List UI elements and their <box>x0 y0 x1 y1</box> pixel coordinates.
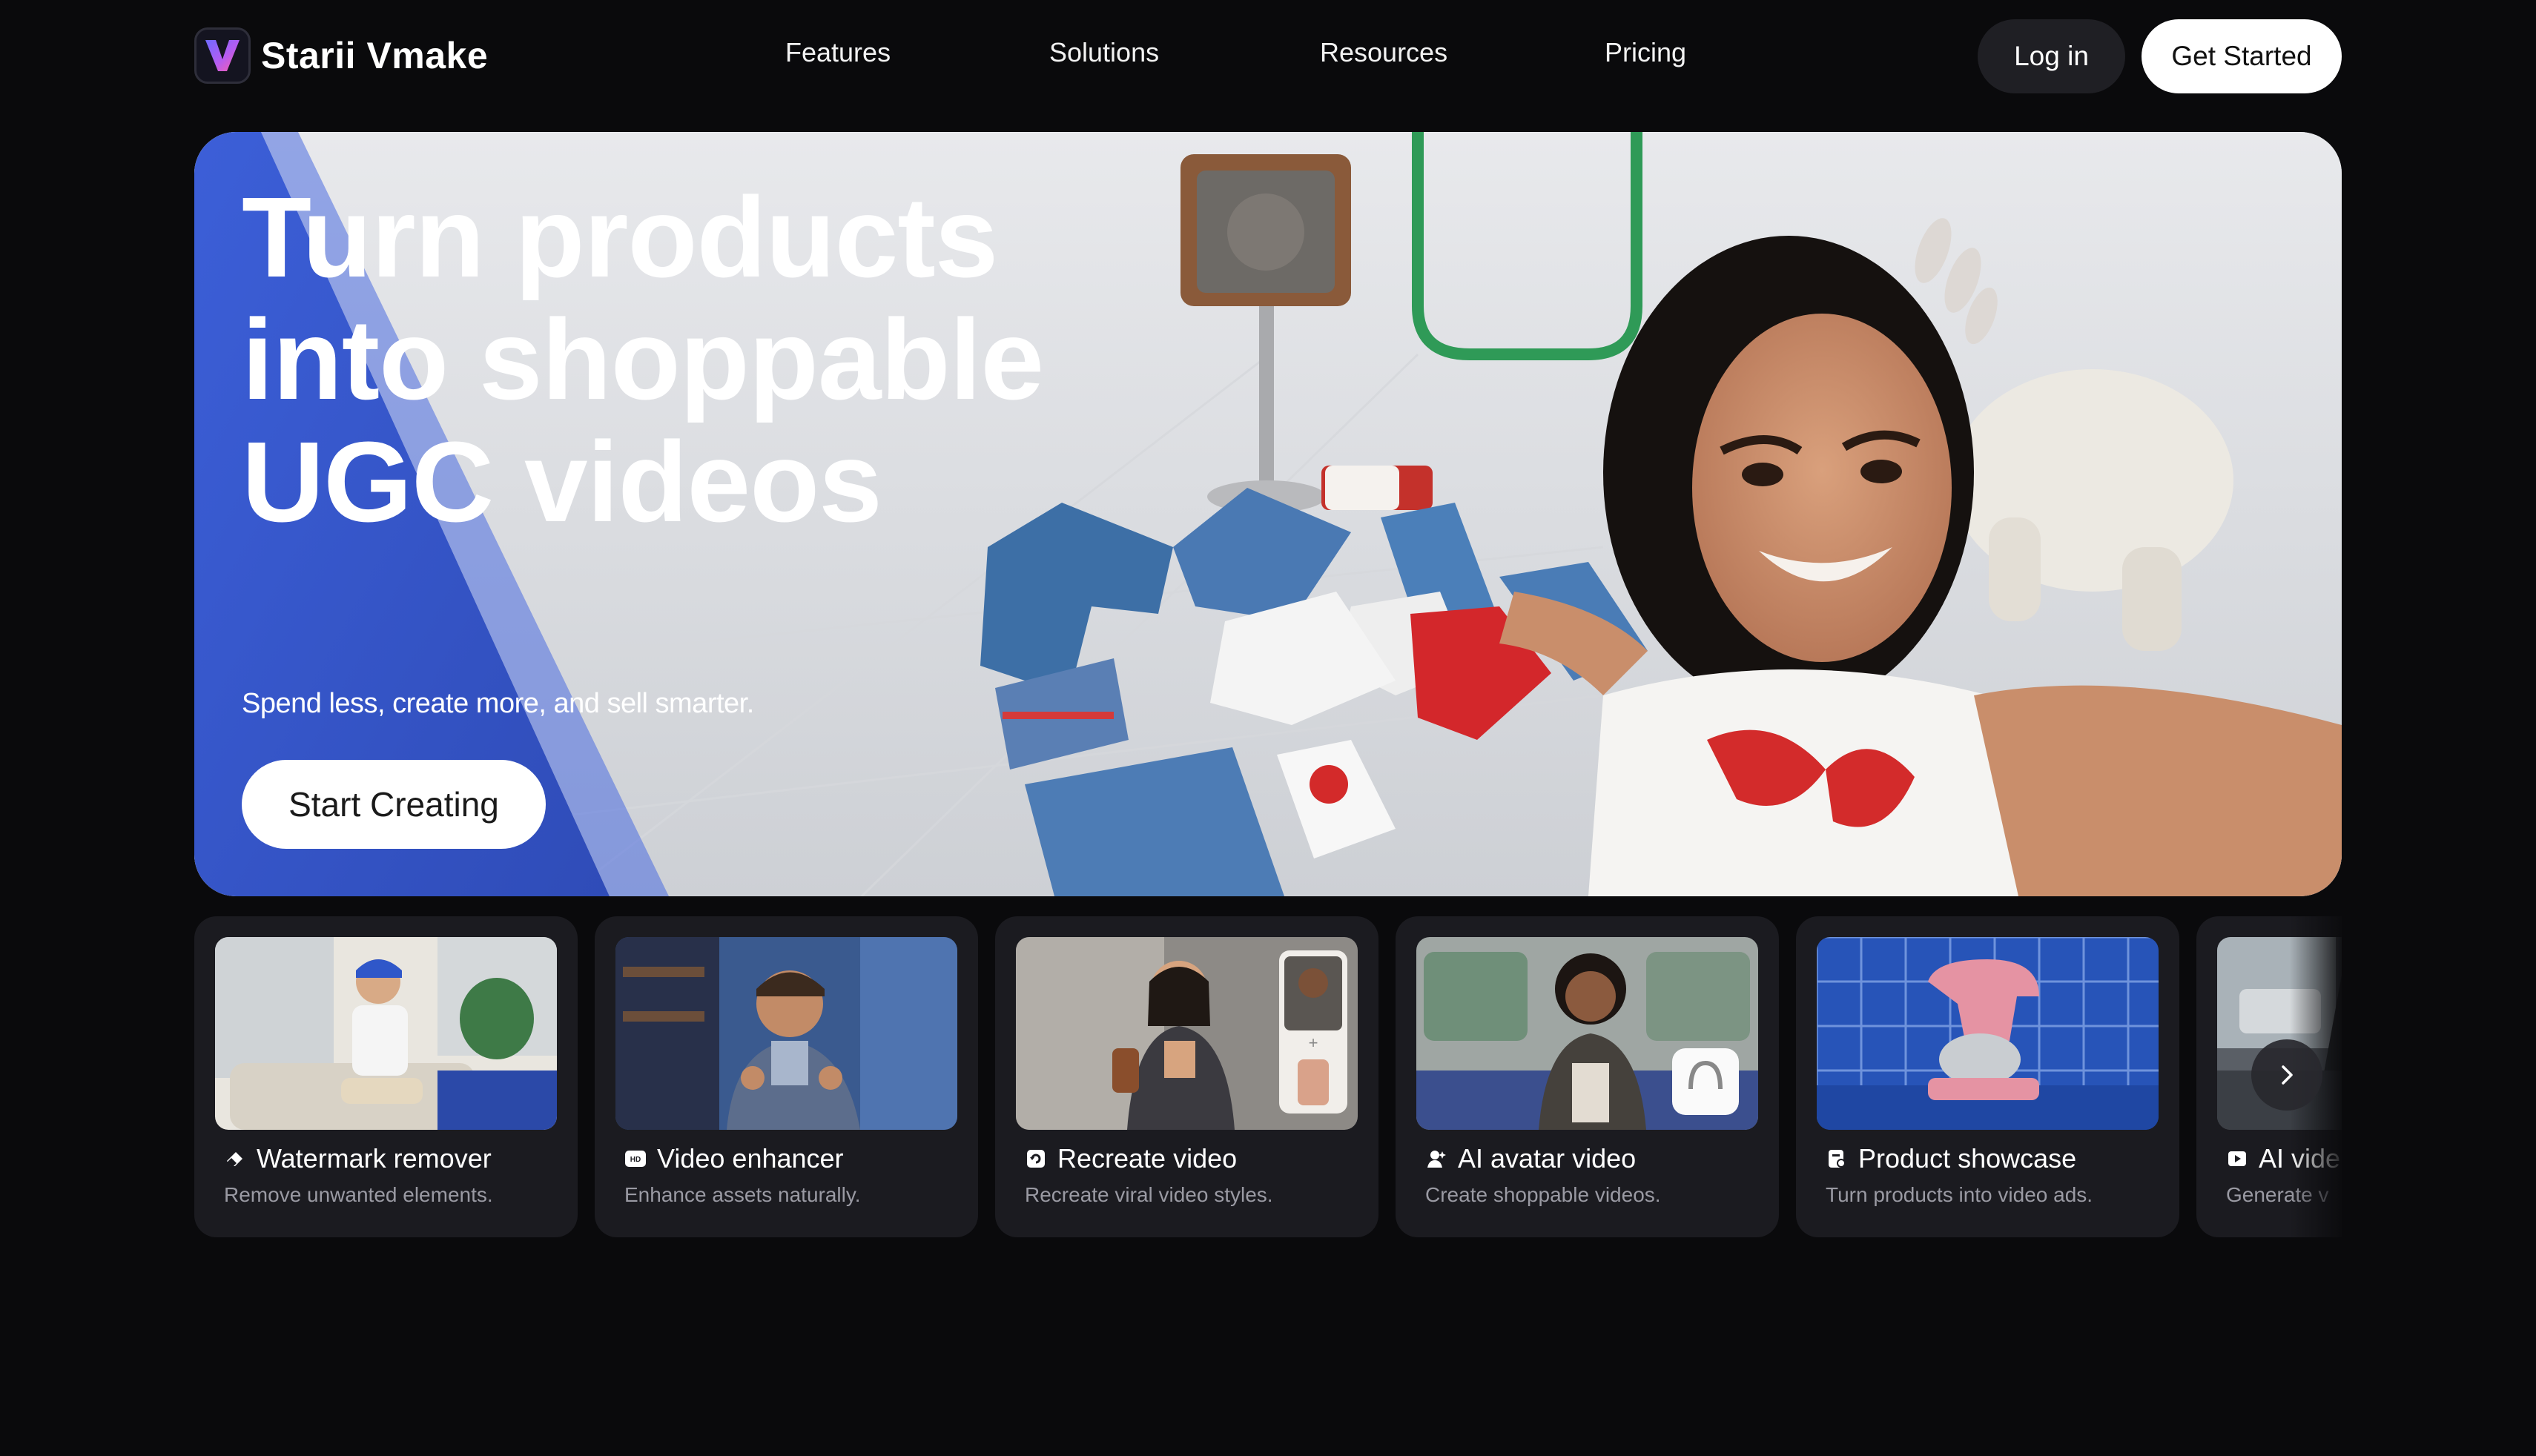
hero-subtitle: Spend less, create more, and sell smarte… <box>242 688 754 719</box>
card-description: Recreate viral video styles. <box>1025 1183 1273 1206</box>
nav-solutions[interactable]: Solutions <box>1049 37 1159 68</box>
page: Starii Vmake Features Solutions Resource… <box>0 0 2536 1456</box>
card-product-showcase[interactable]: Product showcase Turn products into vide… <box>1796 916 2179 1237</box>
card-thumbnail <box>215 937 557 1130</box>
nav-resources[interactable]: Resources <box>1320 37 1447 68</box>
card-title: Product showcase <box>1858 1143 2077 1174</box>
nav-features[interactable]: Features <box>785 37 891 68</box>
hero-banner: Turn products into shoppable UGC videos … <box>194 132 2342 896</box>
card-thumbnail <box>1817 937 2159 1130</box>
card-title-row: Product showcase <box>1826 1143 2076 1174</box>
card-description: Enhance assets naturally. <box>624 1183 861 1206</box>
card-description: Remove unwanted elements. <box>224 1183 493 1206</box>
card-description: Create shoppable videos. <box>1425 1183 1661 1206</box>
play-video-icon <box>2226 1148 2248 1170</box>
card-video-enhancer[interactable]: HD Video enhancer Enhance assets natural… <box>595 916 978 1237</box>
get-started-button[interactable]: Get Started <box>2142 19 2342 93</box>
card-title-row: Recreate video <box>1025 1143 1237 1174</box>
hero-title-line-2: into shoppable <box>242 296 1044 423</box>
card-thumbnail <box>615 937 957 1130</box>
carousel-next-button[interactable] <box>2251 1039 2322 1111</box>
card-title-row: Watermark remover <box>224 1143 492 1174</box>
avatar-icon <box>1425 1148 1447 1170</box>
hd-icon: HD <box>624 1148 647 1170</box>
product-icon <box>1826 1148 1848 1170</box>
hero-title-line-1: Turn products <box>242 173 998 301</box>
start-creating-button[interactable]: Start Creating <box>242 760 546 849</box>
card-description: Turn products into video ads. <box>1826 1183 2093 1206</box>
svg-text:HD: HD <box>630 1156 641 1164</box>
svg-text:+: + <box>1309 1033 1318 1052</box>
card-title-row: AI avatar video <box>1425 1143 1636 1174</box>
eraser-icon <box>224 1148 246 1170</box>
card-ai-avatar-video[interactable]: AI avatar video Create shoppable videos. <box>1396 916 1779 1237</box>
card-title: Recreate video <box>1057 1143 1238 1174</box>
card-title: Watermark remover <box>257 1143 492 1174</box>
hero-title-line-3: UGC videos <box>242 418 882 546</box>
card-thumbnail <box>1416 937 1758 1130</box>
feature-carousel: Watermark remover Remove unwanted elemen… <box>194 916 2342 1240</box>
card-title: AI avatar video <box>1458 1143 1637 1174</box>
login-button[interactable]: Log in <box>1978 19 2125 93</box>
card-title: Video enhancer <box>657 1143 844 1174</box>
chevron-right-icon <box>2282 1065 2293 1085</box>
recreate-icon <box>1025 1148 1047 1170</box>
card-thumbnail: + <box>1016 937 1358 1130</box>
card-title-row: HD Video enhancer <box>624 1143 844 1174</box>
card-recreate-video[interactable]: + Recreate video Recreate viral video st… <box>995 916 1378 1237</box>
nav-pricing[interactable]: Pricing <box>1605 37 1686 68</box>
card-watermark-remover[interactable]: Watermark remover Remove unwanted elemen… <box>194 916 578 1237</box>
hero-title: Turn products into shoppable UGC videos <box>242 176 1428 543</box>
top-navigation: Starii Vmake Features Solutions Resource… <box>0 0 2536 119</box>
